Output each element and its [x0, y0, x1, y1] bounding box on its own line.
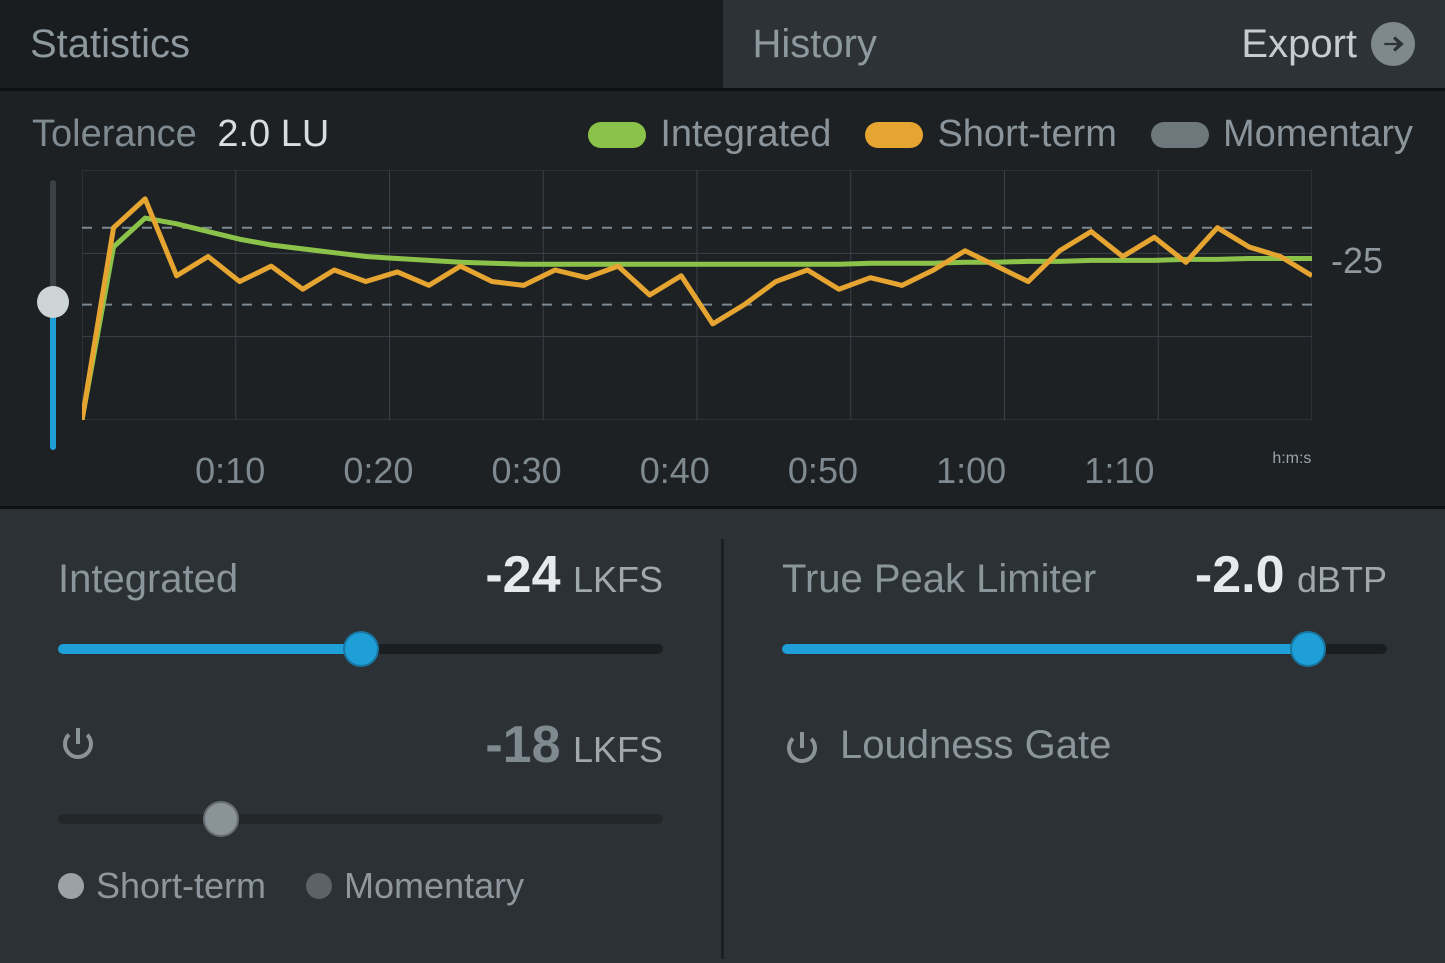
- export-button[interactable]: Export: [1241, 22, 1415, 67]
- tab-statistics[interactable]: Statistics: [0, 0, 723, 88]
- x-tick-label: 0:20: [343, 450, 413, 492]
- x-axis-unit: h:m:s: [1272, 450, 1311, 468]
- slider-thumb[interactable]: [37, 286, 69, 318]
- legend-integrated[interactable]: Integrated: [588, 113, 831, 156]
- tab-label: History: [753, 22, 877, 67]
- y-tick-label: -25: [1331, 240, 1421, 282]
- secondary-value[interactable]: -18: [485, 716, 560, 774]
- chart-legend: Integrated Short-term Momentary: [588, 113, 1413, 156]
- swatch-icon: [865, 122, 923, 148]
- tolerance-label: Tolerance: [32, 113, 197, 155]
- integrated-unit: LKFS: [573, 559, 663, 600]
- slider-thumb[interactable]: [203, 801, 239, 837]
- slider-track: [58, 814, 663, 824]
- radio-dot-icon: [306, 873, 332, 899]
- power-icon[interactable]: [58, 722, 98, 762]
- radio-label: Short-term: [96, 865, 266, 907]
- legend-label: Short-term: [937, 113, 1116, 156]
- radio-momentary[interactable]: Momentary: [306, 865, 524, 907]
- true-peak-slider[interactable]: [782, 629, 1387, 669]
- radio-short-term[interactable]: Short-term: [58, 865, 266, 907]
- x-axis: 0:10 0:20 0:30 0:40 0:50 1:00 1:10 h:m:s: [82, 450, 1331, 496]
- chart-header: Tolerance 2.0 LU Integrated Short-term M…: [24, 113, 1421, 170]
- arrow-right-icon: [1371, 22, 1415, 66]
- integrated-slider[interactable]: [58, 629, 663, 669]
- tab-label: Statistics: [30, 22, 190, 67]
- integrated-label: Integrated: [58, 557, 238, 602]
- true-peak-unit: dBTP: [1297, 559, 1387, 600]
- legend-label: Momentary: [1223, 113, 1413, 156]
- power-icon: [782, 726, 822, 766]
- slider-fill: [782, 644, 1308, 654]
- controls-panel: Integrated -24 LKFS -18 LKFS: [0, 506, 1445, 963]
- secondary-slider[interactable]: [58, 799, 663, 839]
- legend-label: Integrated: [660, 113, 831, 156]
- tab-bar: Statistics History Export: [0, 0, 1445, 91]
- swatch-icon: [1151, 122, 1209, 148]
- slider-fill: [58, 644, 361, 654]
- target-vertical-slider[interactable]: [24, 180, 82, 450]
- y-axis-tick: -25: [1331, 170, 1421, 282]
- true-peak-column: True Peak Limiter -2.0 dBTP Loudness Gat…: [724, 509, 1445, 963]
- slider-thumb[interactable]: [1290, 631, 1326, 667]
- slider-fill: [50, 302, 56, 451]
- export-label: Export: [1241, 22, 1357, 67]
- radio-label: Momentary: [344, 865, 524, 907]
- legend-momentary[interactable]: Momentary: [1151, 113, 1413, 156]
- x-tick-label: 0:10: [195, 450, 265, 492]
- plot-svg: [82, 170, 1312, 420]
- true-peak-value[interactable]: -2.0: [1195, 546, 1285, 604]
- x-tick-label: 1:00: [936, 450, 1006, 492]
- history-chart-panel: Tolerance 2.0 LU Integrated Short-term M…: [0, 91, 1445, 506]
- x-tick-label: 1:10: [1084, 450, 1154, 492]
- integrated-column: Integrated -24 LKFS -18 LKFS: [0, 509, 721, 963]
- secondary-unit: LKFS: [573, 729, 663, 770]
- x-tick-label: 0:50: [788, 450, 858, 492]
- tolerance-value[interactable]: 2.0 LU: [217, 113, 329, 155]
- secondary-mode-radios: Short-term Momentary: [58, 865, 663, 907]
- true-peak-label: True Peak Limiter: [782, 557, 1096, 602]
- loudness-gate-label: Loudness Gate: [840, 723, 1111, 768]
- tab-history[interactable]: History Export: [723, 0, 1445, 88]
- legend-short-term[interactable]: Short-term: [865, 113, 1116, 156]
- loudness-gate-toggle[interactable]: Loudness Gate: [782, 723, 1387, 768]
- radio-dot-icon: [58, 873, 84, 899]
- x-tick-label: 0:40: [640, 450, 710, 492]
- slider-thumb[interactable]: [343, 631, 379, 667]
- swatch-icon: [588, 122, 646, 148]
- integrated-value[interactable]: -24: [485, 546, 560, 604]
- loudness-history-plot[interactable]: [82, 170, 1331, 420]
- x-tick-label: 0:30: [492, 450, 562, 492]
